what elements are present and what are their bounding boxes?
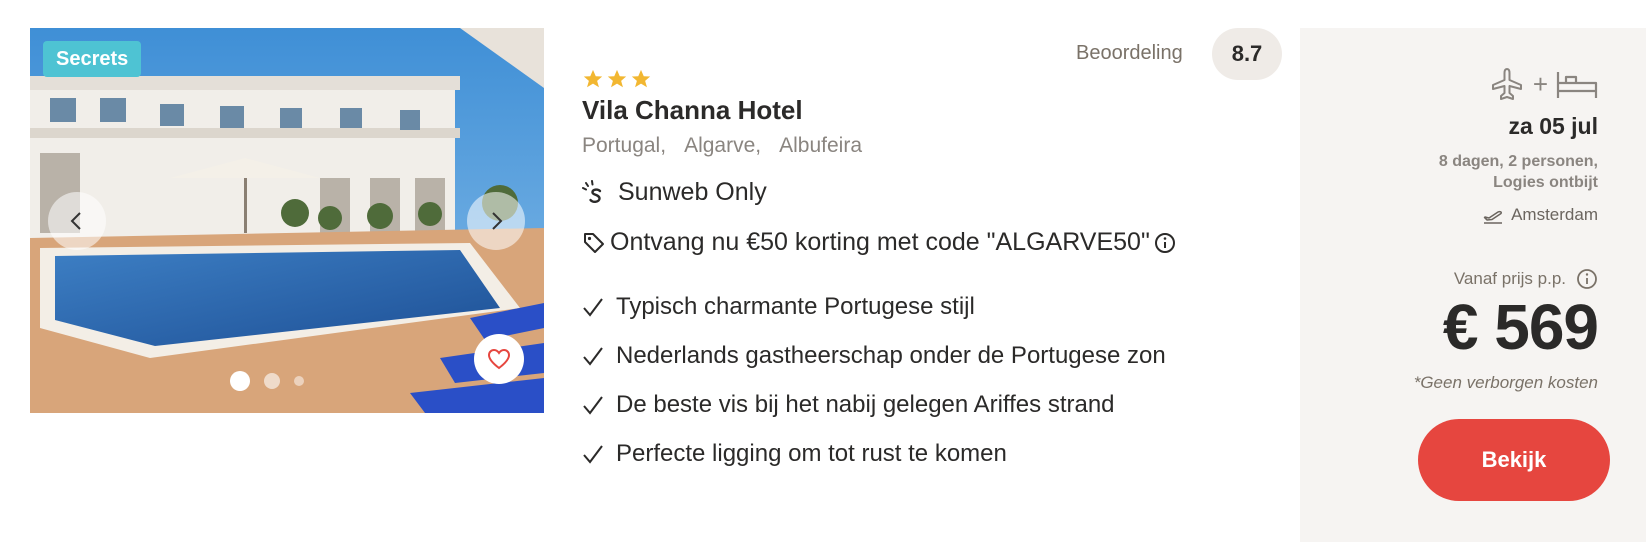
star-rating — [582, 68, 652, 90]
location-city: Albufeira — [779, 134, 862, 157]
price-label: Vanaf prijs p.p. — [1454, 268, 1598, 290]
transport-plus: + — [1532, 68, 1548, 99]
departure-date: za 05 jul — [1508, 113, 1598, 139]
tag-icon — [584, 232, 604, 253]
sunweb-only-text: Sunweb Only — [618, 178, 767, 206]
carousel-dots — [230, 371, 304, 391]
star-icon — [631, 69, 651, 88]
feature-text: Nederlands gastheerschap onder de Portug… — [616, 341, 1166, 369]
transport-type: + — [1489, 66, 1598, 102]
previous-photo-button[interactable] — [48, 192, 106, 250]
star-icon — [607, 69, 627, 88]
departure-airport: Amsterdam — [1483, 205, 1598, 225]
info-icon[interactable] — [1576, 268, 1598, 290]
checkmark-icon — [583, 297, 603, 317]
list-item: De beste vis bij het nabij gelegen Ariff… — [582, 380, 1166, 429]
promo-text: Ontvang nu €50 korting met code "ALGARVE… — [610, 228, 1150, 256]
carousel-dot[interactable] — [294, 376, 304, 386]
hotel-photo-gallery[interactable]: Secrets — [30, 28, 544, 413]
promo-code-row[interactable]: Ontvang nu €50 korting met code "ALGARVE… — [582, 228, 1176, 257]
plane-takeoff-icon — [1483, 210, 1503, 224]
bed-icon — [1556, 72, 1598, 98]
feature-text: Perfecte ligging om tot rust te komen — [616, 439, 1007, 467]
list-item: Nederlands gastheerschap onder de Portug… — [582, 331, 1166, 380]
price-label-text: Vanaf prijs p.p. — [1453, 269, 1566, 288]
location-region: Algarve, — [684, 134, 762, 157]
info-icon[interactable] — [1154, 232, 1176, 254]
rating-score-badge: 8.7 — [1212, 28, 1282, 80]
feature-text: Typisch charmante Portugese stijl — [616, 292, 975, 320]
list-item: Perfecte ligging om tot rust te komen — [582, 429, 1166, 478]
trip-duration: 8 dagen, 2 personen, — [1438, 153, 1598, 170]
hotel-location: Portugal, Algarve, Albufeira — [582, 134, 862, 158]
board-type: Logies ontbijt — [1493, 174, 1598, 191]
checkmark-icon — [583, 444, 603, 464]
sunweb-only-label: Sunweb Only — [582, 178, 767, 207]
heart-icon — [487, 348, 511, 370]
view-button[interactable]: Bekijk — [1418, 419, 1610, 501]
departure-city: Amsterdam — [1511, 205, 1598, 224]
favorite-button[interactable] — [474, 334, 524, 384]
chevron-right-icon — [492, 212, 503, 230]
hotel-card: Secrets Vila Channa Hotel Portugal, Alga… — [0, 0, 1646, 542]
carousel-dot[interactable] — [264, 373, 280, 389]
feature-list: Typisch charmante Portugese stijl Nederl… — [582, 282, 1166, 478]
next-photo-button[interactable] — [467, 192, 525, 250]
airplane-icon — [1491, 68, 1522, 100]
price: € 569 — [1442, 291, 1599, 363]
star-icon — [583, 69, 603, 88]
checkmark-icon — [583, 395, 603, 415]
rating-label: Beoordeling — [1076, 42, 1183, 64]
checkmark-icon — [583, 346, 603, 366]
feature-text: De beste vis bij het nabij gelegen Ariff… — [616, 390, 1115, 418]
chevron-left-icon — [70, 212, 81, 230]
no-hidden-costs-note: *Geen verborgen kosten — [1413, 373, 1598, 392]
location-country: Portugal, — [582, 134, 667, 157]
trip-summary: 8 dagen, 2 personen, Logies ontbijt — [1318, 151, 1598, 193]
sunweb-logo-icon — [582, 179, 602, 203]
list-item: Typisch charmante Portugese stijl — [582, 282, 1166, 331]
secrets-badge: Secrets — [43, 41, 142, 77]
hotel-name[interactable]: Vila Channa Hotel — [582, 95, 803, 126]
carousel-dot[interactable] — [230, 371, 250, 391]
price-panel: + za 05 jul 8 dagen, 2 personen, Logies … — [1300, 28, 1646, 542]
